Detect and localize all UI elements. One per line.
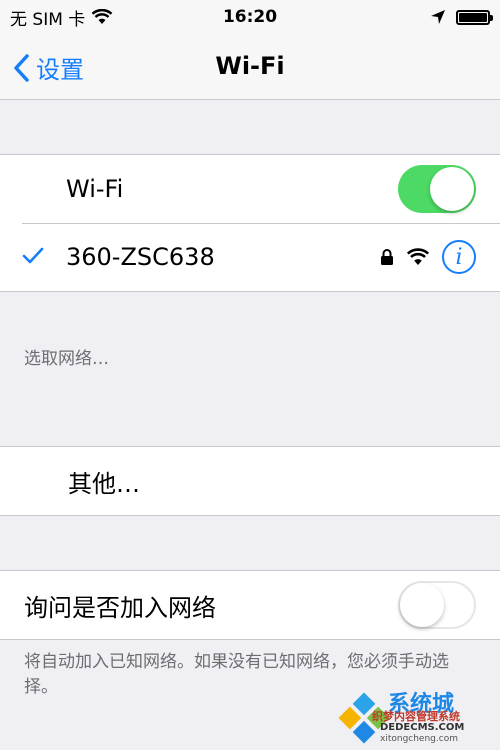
checkmark-icon bbox=[22, 243, 44, 271]
carrier-label: 无 SIM 卡 bbox=[10, 9, 86, 30]
status-bar: 无 SIM 卡 16:20 bbox=[0, 0, 500, 34]
switch-knob bbox=[400, 583, 444, 627]
ask-to-join-group: 询问是否加入网络 bbox=[0, 570, 500, 640]
chevron-left-icon bbox=[14, 53, 29, 82]
lock-icon bbox=[381, 249, 393, 265]
other-network-label: 其他… bbox=[68, 469, 140, 498]
network-status-icons: i bbox=[380, 240, 476, 274]
ask-to-join-switch[interactable] bbox=[398, 581, 476, 629]
wifi-toggle-row: Wi-Fi bbox=[0, 155, 500, 223]
battery-icon bbox=[456, 9, 493, 25]
battery-fill bbox=[459, 12, 487, 22]
network-name: 360-ZSC638 bbox=[66, 243, 215, 271]
wifi-toggle-label: Wi-Fi bbox=[66, 175, 124, 203]
status-left: 无 SIM 卡 bbox=[10, 5, 113, 30]
status-right bbox=[430, 9, 493, 25]
other-group: 其他… bbox=[0, 446, 500, 516]
wifi-strength-icon bbox=[406, 248, 430, 265]
ask-to-join-row: 询问是否加入网络 bbox=[0, 571, 500, 639]
wifi-group: Wi-Fi 360-ZSC638 i bbox=[0, 154, 500, 292]
back-button[interactable]: 设置 bbox=[12, 50, 84, 85]
watermark: 系统城 织梦内容管理系统 DEDECMS.COM xitongcheng.com bbox=[336, 688, 496, 748]
wifi-switch[interactable] bbox=[398, 165, 476, 213]
ask-to-join-label: 询问是否加入网络 bbox=[24, 593, 216, 622]
watermark-line3: xitongcheng.com bbox=[380, 734, 458, 744]
connected-network-row[interactable]: 360-ZSC638 i bbox=[0, 223, 500, 291]
navigation-bar: 设置 Wi-Fi bbox=[0, 34, 500, 100]
watermark-line2: DEDECMS.COM bbox=[380, 722, 465, 733]
wifi-signal-icon bbox=[91, 9, 113, 24]
choose-network-caption: 选取网络… bbox=[24, 349, 109, 369]
location-arrow-icon bbox=[431, 10, 445, 24]
switch-knob bbox=[430, 167, 474, 211]
back-button-label: 设置 bbox=[36, 56, 84, 84]
info-button[interactable]: i bbox=[442, 240, 476, 274]
other-network-row[interactable]: 其他… bbox=[0, 447, 500, 515]
